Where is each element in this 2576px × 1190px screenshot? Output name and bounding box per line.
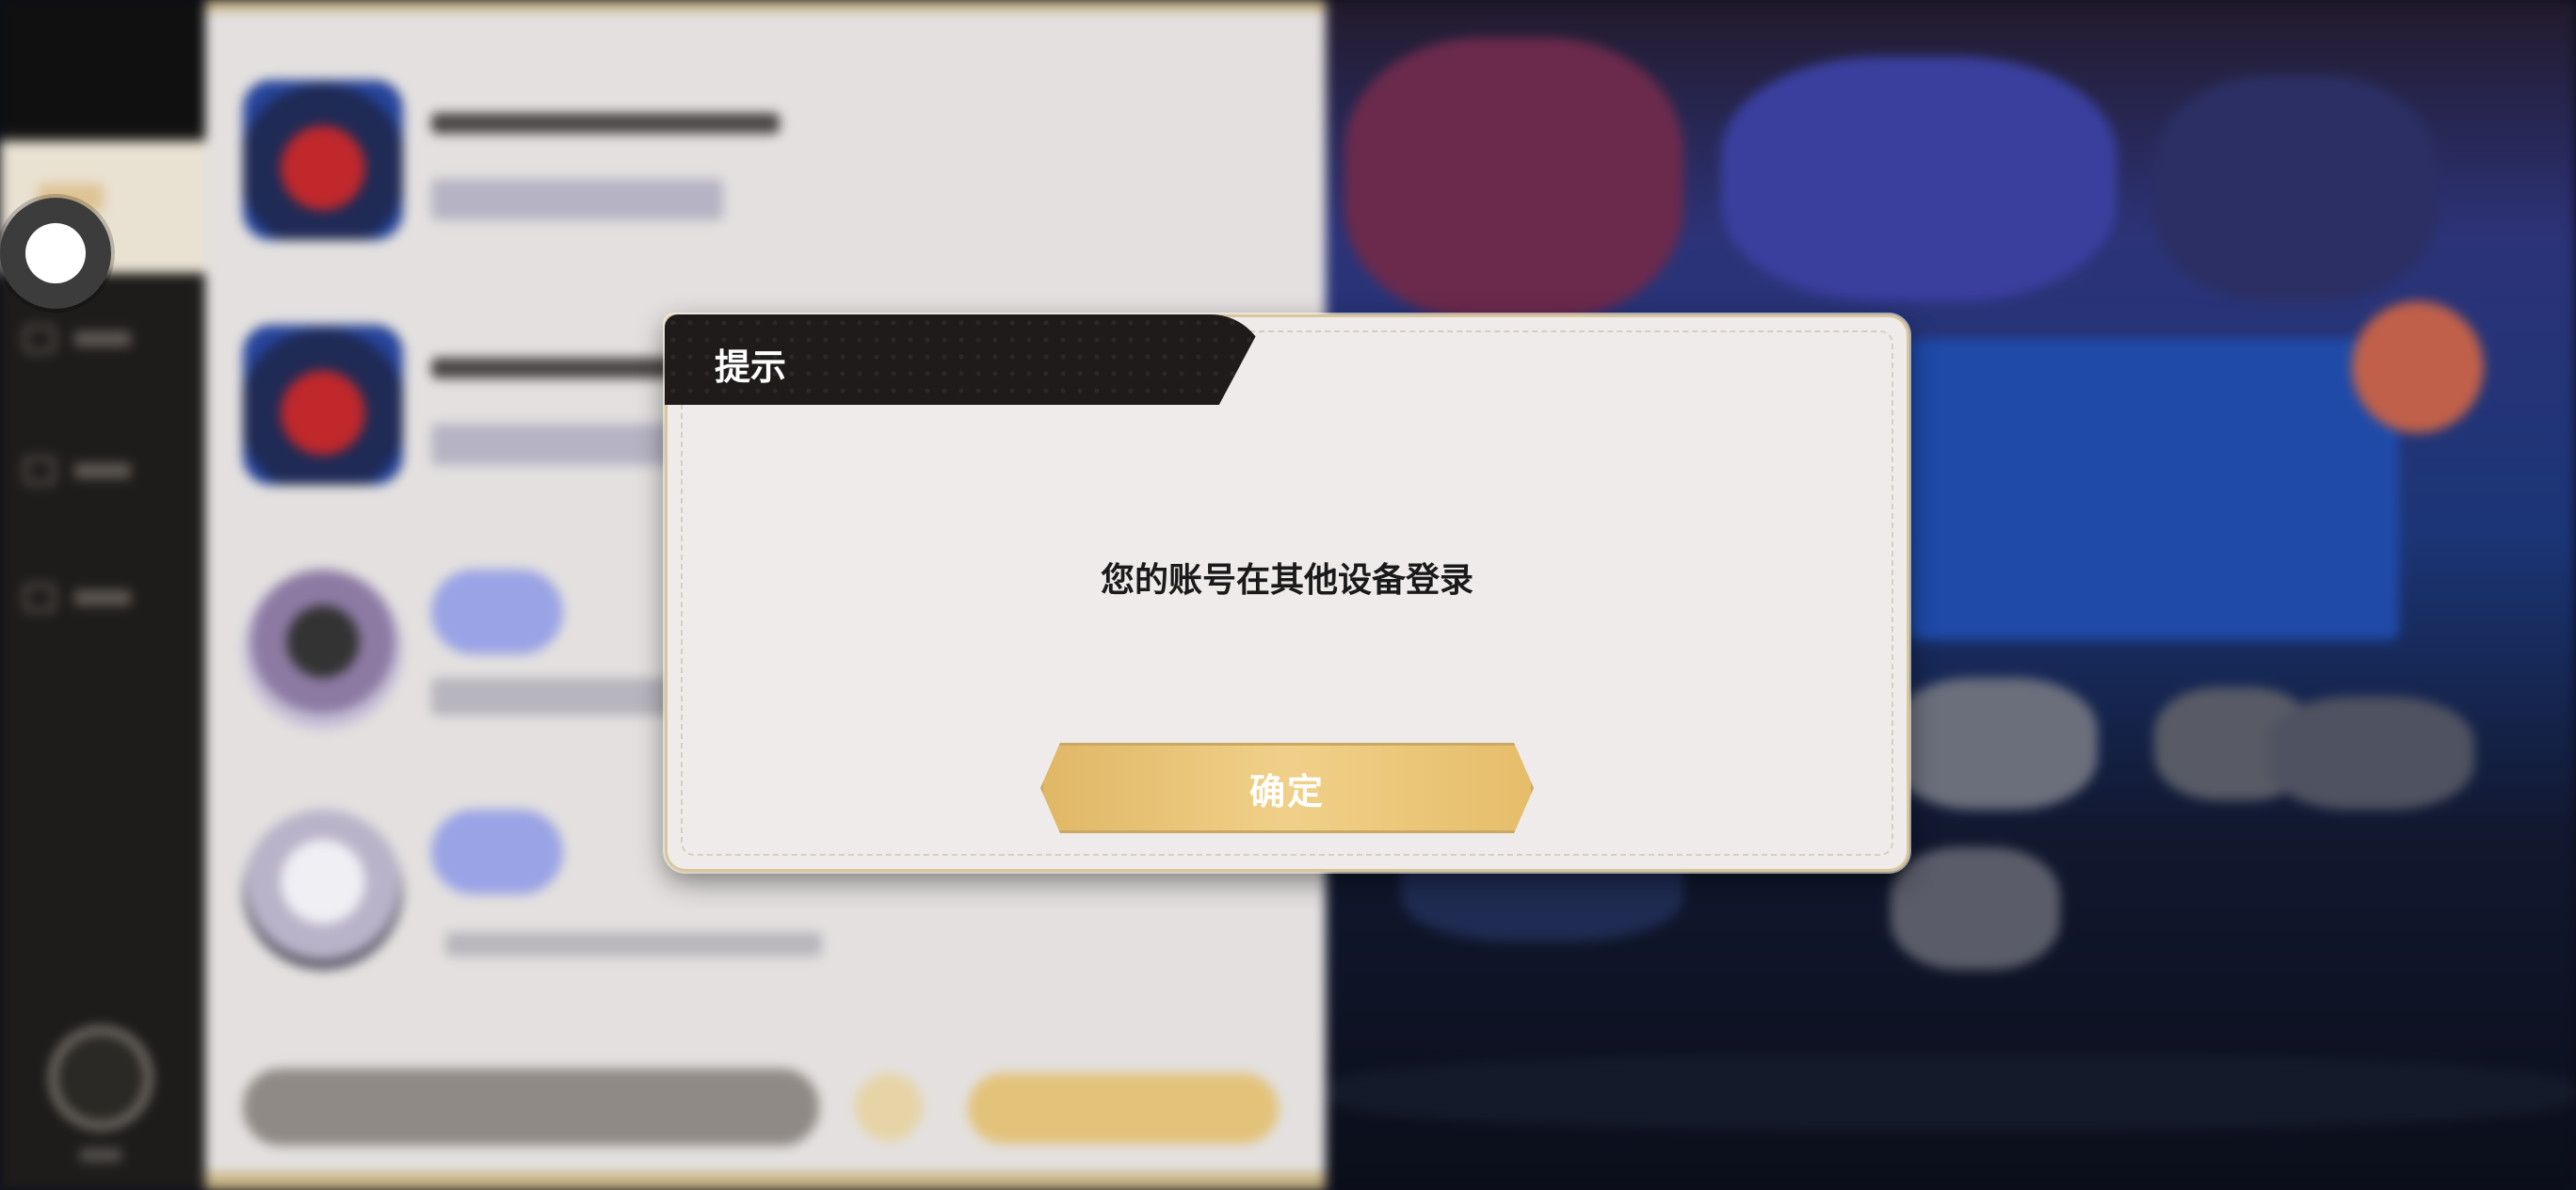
rail-item	[24, 584, 155, 612]
avatar	[243, 570, 403, 730]
confirm-button[interactable]: 确定	[1040, 743, 1534, 833]
alert-dialog: 提示 您的账号在其他设备登录 确定	[665, 314, 1909, 872]
dialog-title: 提示	[715, 346, 787, 388]
avatar	[243, 810, 403, 970]
left-nav-rail	[0, 0, 205, 1190]
emoji-icon	[855, 1073, 923, 1141]
chat-input	[243, 1069, 819, 1146]
settings-icon	[49, 1026, 153, 1130]
send-button	[968, 1073, 1279, 1144]
chat-row	[243, 80, 1279, 268]
dialog-message: 您的账号在其他设备登录	[1100, 561, 1473, 600]
avatar	[243, 325, 403, 485]
circle-icon	[25, 223, 86, 283]
rail-item	[24, 457, 155, 485]
confirm-button-label: 确定	[1248, 770, 1325, 812]
rail-item	[24, 325, 155, 353]
avatar	[243, 80, 403, 240]
floating-assistive-button[interactable]	[0, 198, 111, 309]
